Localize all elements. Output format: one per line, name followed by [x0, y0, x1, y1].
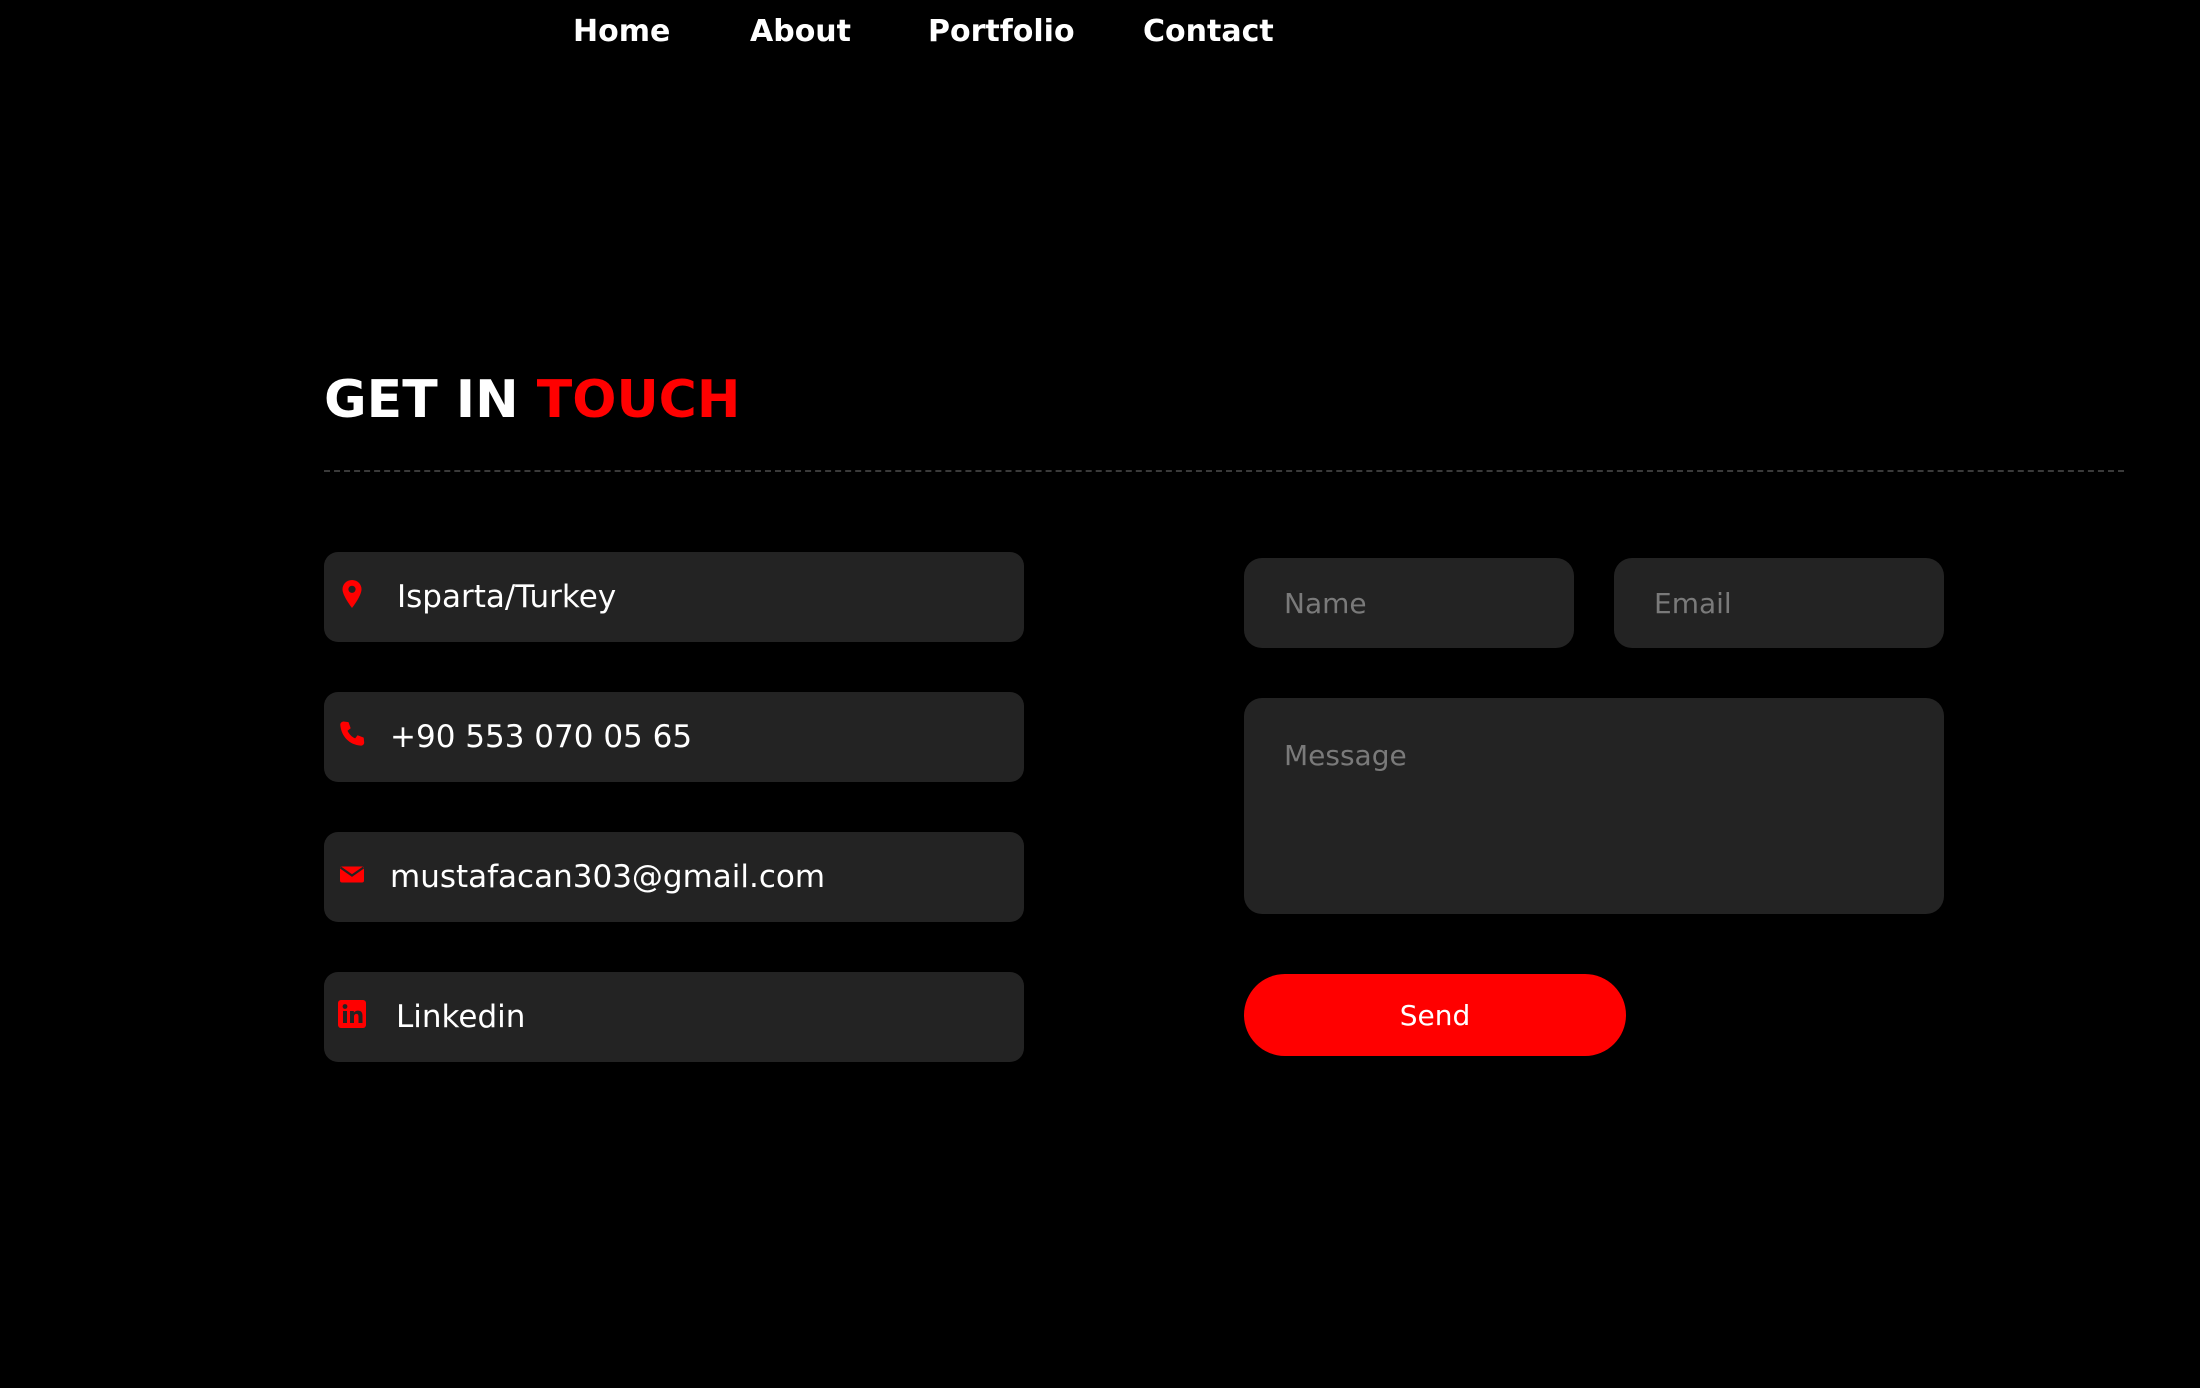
- section-title-white: GET IN: [324, 370, 519, 430]
- send-button[interactable]: Send: [1244, 974, 1626, 1056]
- phone-card: +90 553 070 05 65: [324, 692, 1024, 782]
- phone-icon: [334, 716, 370, 752]
- location-text: Isparta/Turkey: [397, 579, 617, 615]
- linkedin-link[interactable]: Linkedin: [396, 997, 525, 1037]
- name-input[interactable]: [1244, 558, 1574, 648]
- phone-text: +90 553 070 05 65: [390, 719, 693, 755]
- nav-link-home[interactable]: Home: [573, 12, 670, 52]
- section-title-red: TOUCH: [536, 370, 741, 430]
- section-divider: [324, 470, 2124, 472]
- section-title: GET IN TOUCH: [324, 368, 740, 432]
- nav-link-about[interactable]: About: [750, 12, 851, 52]
- location-card: Isparta/Turkey: [324, 552, 1024, 642]
- envelope-icon: [334, 856, 370, 892]
- email-card: mustafacan303@gmail.com: [324, 832, 1024, 922]
- message-textarea[interactable]: [1244, 698, 1944, 914]
- email-text: mustafacan303@gmail.com: [390, 859, 826, 895]
- linkedin-icon: [334, 996, 370, 1032]
- top-nav: Home About Portfolio Contact: [0, 0, 2200, 64]
- nav-link-portfolio[interactable]: Portfolio: [928, 12, 1075, 52]
- map-pin-icon: [334, 576, 370, 612]
- nav-link-contact[interactable]: Contact: [1143, 12, 1274, 52]
- linkedin-card[interactable]: Linkedin: [324, 972, 1024, 1062]
- email-input[interactable]: [1614, 558, 1944, 648]
